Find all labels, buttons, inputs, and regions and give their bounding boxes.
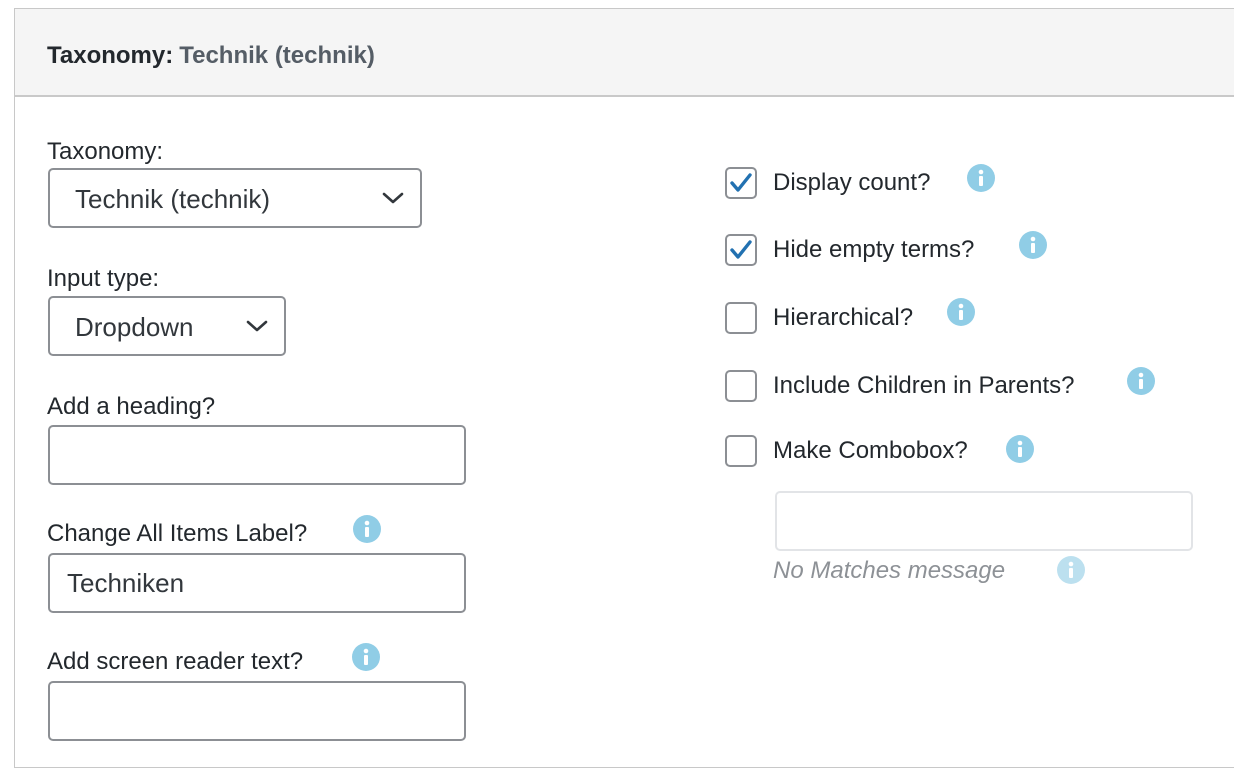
combobox-label[interactable]: Make Combobox?	[773, 437, 968, 465]
info-icon[interactable]	[1057, 556, 1085, 584]
hierarchical-checkbox[interactable]	[725, 302, 757, 334]
no-matches-caption: No Matches message	[773, 557, 1006, 584]
info-icon[interactable]	[967, 164, 995, 192]
no-matches-input[interactable]	[775, 491, 1193, 551]
input-type-label: Input type:	[47, 265, 160, 292]
input-type-select[interactable]: Dropdown	[48, 296, 286, 356]
chevron-down-icon	[382, 192, 404, 204]
taxonomy-select[interactable]: Technik (technik)	[48, 168, 422, 228]
input-type-select-value: Dropdown	[75, 312, 194, 342]
hide-empty-checkbox[interactable]	[725, 234, 757, 266]
taxonomy-label: Taxonomy:	[47, 138, 164, 165]
info-icon[interactable]	[1127, 367, 1155, 395]
chevron-down-icon	[246, 320, 268, 332]
panel-title-value: Technik (technik)	[179, 42, 375, 69]
info-icon[interactable]	[352, 643, 380, 671]
panel-header: Taxonomy: Technik (technik)	[15, 9, 1234, 97]
info-icon[interactable]	[1006, 435, 1034, 463]
hierarchical-label[interactable]: Hierarchical?	[773, 304, 913, 332]
include-children-checkbox[interactable]	[725, 370, 757, 402]
info-icon[interactable]	[947, 298, 975, 326]
info-icon[interactable]	[1019, 231, 1047, 259]
panel-title: Taxonomy: Technik (technik)	[47, 42, 375, 70]
display-count-label[interactable]: Display count?	[773, 169, 930, 197]
heading-label: Add a heading?	[47, 393, 216, 420]
all-items-input[interactable]	[48, 553, 466, 613]
taxonomy-select-value: Technik (technik)	[75, 184, 271, 214]
hide-empty-label[interactable]: Hide empty terms?	[773, 236, 974, 264]
heading-input[interactable]	[48, 425, 466, 485]
include-children-label[interactable]: Include Children in Parents?	[773, 372, 1075, 400]
panel-title-label: Taxonomy:	[47, 42, 174, 69]
display-count-checkbox[interactable]	[725, 167, 757, 199]
screen-reader-label: Add screen reader text?	[47, 648, 304, 675]
checkmark-icon	[730, 173, 752, 192]
checkmark-icon	[730, 240, 752, 259]
all-items-label: Change All Items Label?	[47, 520, 308, 547]
info-icon[interactable]	[353, 515, 381, 543]
screen-reader-input[interactable]	[48, 681, 466, 741]
combobox-checkbox[interactable]	[725, 435, 757, 467]
